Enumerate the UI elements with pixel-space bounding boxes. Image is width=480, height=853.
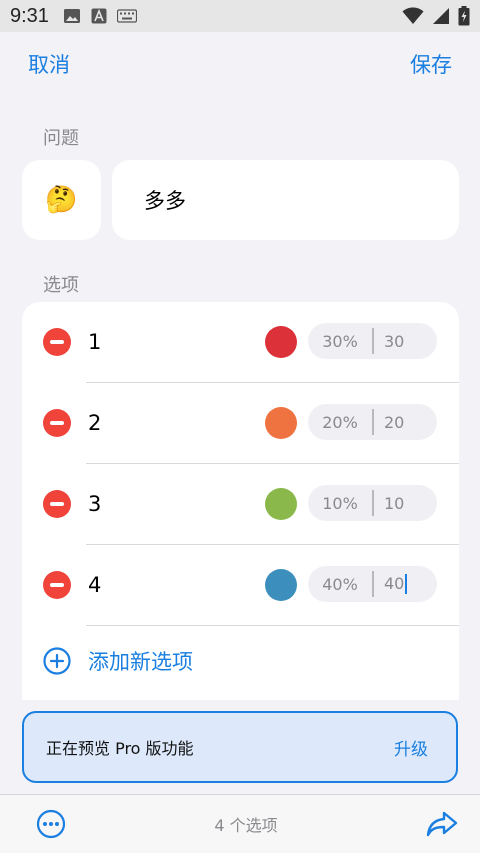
option-label-input[interactable]: 4 — [88, 571, 101, 599]
option-row-2: 2 20% 20 — [22, 383, 459, 464]
keyboard-icon — [116, 9, 137, 23]
option-color-swatch[interactable] — [265, 569, 297, 601]
option-percent: 10% — [322, 493, 358, 513]
status-notification-icons — [63, 8, 137, 24]
bottom-toolbar: 4 个选项 — [0, 794, 480, 853]
plus-circle-icon — [43, 647, 71, 675]
option-value-text: 40 — [384, 573, 405, 593]
cancel-button[interactable]: 取消 — [28, 49, 70, 79]
option-label-input[interactable]: 2 — [88, 409, 101, 437]
signal-icon — [433, 8, 449, 24]
option-color-swatch[interactable] — [265, 407, 297, 439]
option-label-input[interactable]: 3 — [88, 490, 101, 518]
option-value-input-focused[interactable]: 40 — [374, 573, 408, 595]
pro-preview-text: 正在预览 Pro 版功能 — [46, 739, 194, 758]
more-options-icon[interactable] — [36, 809, 66, 839]
thinking-face-icon: 🤔 — [45, 185, 78, 215]
option-row-3: 3 10% 10 — [22, 464, 459, 545]
status-bar: 9:31 — [0, 0, 480, 32]
remove-option-button[interactable] — [43, 571, 71, 599]
emoji-picker-button[interactable]: 🤔 — [22, 160, 101, 240]
wifi-icon — [402, 7, 424, 24]
question-section-label: 问题 — [43, 128, 79, 149]
remove-option-button[interactable] — [43, 409, 71, 437]
option-value-field[interactable]: 20% 20 — [308, 404, 437, 440]
status-system-icons — [402, 6, 470, 26]
battery-icon — [458, 6, 470, 26]
remove-option-button[interactable] — [43, 328, 71, 356]
question-input[interactable]: 多多 — [112, 160, 459, 240]
upgrade-button[interactable]: 升级 — [394, 735, 428, 760]
option-percent: 20% — [322, 412, 358, 432]
text-caret — [405, 574, 408, 595]
option-row-1: 1 30% 30 — [22, 302, 459, 383]
option-value-input[interactable]: 30 — [374, 332, 404, 351]
option-row-4: 4 40% 40 — [22, 545, 459, 626]
status-time: 9:31 — [10, 4, 49, 27]
nav-bar: 取消 保存 — [0, 32, 480, 96]
option-percent: 30% — [322, 331, 358, 351]
share-arrow-icon[interactable] — [426, 810, 458, 838]
option-percent: 40% — [322, 574, 358, 594]
save-button[interactable]: 保存 — [410, 49, 452, 79]
pro-preview-banner: 正在预览 Pro 版功能 升级 — [22, 711, 458, 783]
option-value-field[interactable]: 10% 10 — [308, 485, 437, 521]
option-value-input[interactable]: 20 — [374, 413, 404, 432]
question-text: 多多 — [144, 189, 186, 213]
option-label-input[interactable]: 1 — [88, 328, 101, 356]
add-option-button[interactable]: 添加新选项 — [22, 626, 459, 696]
option-color-swatch[interactable] — [265, 488, 297, 520]
text-a-icon — [91, 8, 107, 24]
remove-option-button[interactable] — [43, 490, 71, 518]
add-option-label: 添加新选项 — [88, 650, 193, 674]
image-icon — [63, 9, 80, 23]
options-section-label: 选项 — [43, 275, 79, 296]
option-value-field[interactable]: 30% 30 — [308, 323, 437, 359]
option-color-swatch[interactable] — [265, 326, 297, 358]
option-value-input[interactable]: 10 — [374, 494, 404, 513]
option-count: 4 个选项 — [214, 816, 278, 835]
option-value-field[interactable]: 40% 40 — [308, 566, 437, 602]
options-list: 1 30% 30 2 20% 20 3 10% 10 4 40% 40 添加新选… — [22, 302, 459, 700]
